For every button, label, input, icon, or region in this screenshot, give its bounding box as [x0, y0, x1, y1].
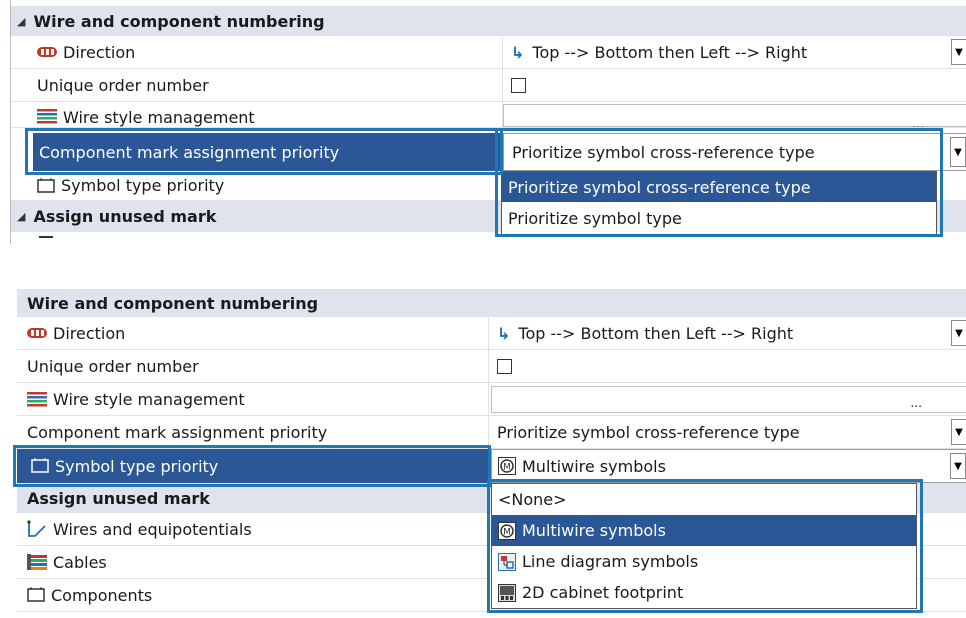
section-header-numbering[interactable]: ◢ Wire and component numbering	[11, 6, 966, 36]
browse-button[interactable]: ...	[912, 115, 924, 127]
symbol-type-label: Symbol type priority	[61, 176, 225, 195]
unique-order-value	[503, 69, 966, 101]
wires-equipotential-icon	[27, 520, 46, 537]
component-mark-label: Component mark assignment priority	[39, 142, 340, 162]
direction-text: Top --> Bottom then Left --> Right	[518, 323, 794, 343]
option-label: Prioritize symbol type	[508, 208, 682, 228]
direction-text: Top --> Bottom then Left --> Right	[532, 42, 808, 62]
property-label: Components	[17, 579, 489, 611]
direction-label: Direction	[63, 42, 136, 62]
option-label: Line diagram symbols	[522, 552, 699, 571]
unique-order-value	[489, 350, 966, 382]
property-label: Component mark assignment priority	[33, 133, 503, 171]
property-row-component-mark[interactable]: Component mark assignment priority Prior…	[17, 416, 966, 449]
option-label: Multiwire symbols	[522, 521, 666, 540]
dropdown-list: <None> M Multiwire symbols Line diagram …	[491, 483, 917, 609]
component-mark-text: Prioritize symbol cross-reference type	[497, 422, 800, 442]
collapse-icon[interactable]: ◢	[17, 210, 25, 223]
component-mark-label: Component mark assignment priority	[27, 422, 328, 442]
wire-style-icon	[37, 109, 57, 124]
unique-order-label: Unique order number	[37, 75, 209, 95]
property-label: Unique order number	[33, 69, 503, 101]
property-row-wire-style[interactable]: Wire style management ...	[11, 102, 966, 128]
property-label: Unique order number	[17, 350, 489, 382]
browse-button[interactable]: ...	[910, 394, 922, 410]
section-header-numbering: Wire and component numbering	[17, 289, 966, 317]
direction-icon	[37, 47, 57, 57]
dropdown-arrow-icon[interactable]: ▼	[951, 419, 966, 445]
svg-text:M: M	[503, 527, 511, 537]
component-mark-value[interactable]: Prioritize symbol cross-reference type ▼	[489, 416, 966, 448]
section-title: Wire and component numbering	[33, 11, 325, 31]
dropdown-list: Prioritize symbol cross-reference type P…	[501, 171, 937, 235]
cabinet-footprint-icon	[498, 583, 516, 602]
dropdown-option[interactable]: Prioritize symbol type	[502, 202, 936, 234]
property-label: Symbol type priority	[17, 449, 489, 483]
collapse-icon[interactable]: ◢	[17, 15, 25, 28]
property-label: Direction	[17, 317, 489, 349]
symbol-icon	[37, 177, 55, 193]
dropdown-option[interactable]: Line diagram symbols	[492, 546, 916, 577]
arrow-down-right-icon: ↳	[497, 323, 511, 343]
line-diagram-icon	[498, 552, 516, 571]
property-row-direction[interactable]: Direction ↳ Top --> Bottom then Left -->…	[17, 317, 966, 350]
dropdown-arrow-icon[interactable]: ▼	[950, 137, 966, 167]
section-title: Assign unused mark	[27, 488, 210, 508]
component-mark-value[interactable]: Prioritize symbol cross-reference type ▼	[503, 133, 966, 171]
unique-order-label: Unique order number	[27, 356, 199, 376]
sub-row-label: Components	[51, 585, 153, 605]
symbol-type-value[interactable]: M Multiwire symbols ▼	[491, 449, 966, 483]
dropdown-arrow-icon[interactable]: ▼	[951, 320, 966, 346]
wire-style-icon	[27, 392, 47, 407]
wire-style-label: Wire style management	[63, 108, 255, 127]
property-label: Direction	[33, 36, 503, 68]
direction-icon	[27, 328, 47, 338]
property-label: Wire style management	[33, 102, 503, 127]
symbol-type-label: Symbol type priority	[55, 456, 219, 476]
cables-icon	[27, 554, 47, 570]
sub-row-label: Wires and equipotentials	[53, 519, 252, 539]
sub-row-label: Cables	[53, 552, 107, 572]
wire-style-field[interactable]: ...	[491, 386, 966, 413]
section-title: Wire and component numbering	[27, 293, 319, 313]
unique-order-checkbox[interactable]	[511, 77, 526, 93]
wire-style-field[interactable]: ...	[503, 104, 966, 127]
svg-text:M: M	[503, 463, 511, 473]
direction-value[interactable]: ↳ Top --> Bottom then Left --> Right ▼	[489, 317, 966, 349]
dropdown-option[interactable]: <None>	[492, 484, 916, 515]
multiwire-icon: M	[498, 457, 516, 475]
arrow-down-right-icon: ↳	[511, 42, 525, 62]
property-panel-2: Wire and component numbering Direction ↳…	[13, 287, 966, 618]
option-label: 2D cabinet footprint	[522, 583, 684, 602]
dropdown-option[interactable]: 2D cabinet footprint	[492, 577, 916, 608]
property-row-symbol-type[interactable]: Symbol type priority M Multiwire symbols…	[17, 449, 966, 483]
section-title: Assign unused mark	[33, 206, 217, 226]
multiwire-icon: M	[498, 521, 516, 540]
property-label: Cables	[17, 546, 489, 578]
dropdown-arrow-icon[interactable]: ▼	[951, 39, 966, 65]
property-label: Component mark assignment priority	[17, 416, 489, 448]
property-label: Wire style management	[17, 383, 489, 415]
property-row-direction[interactable]: Direction ↳ Top --> Bottom then Left -->…	[11, 36, 966, 69]
wire-style-label: Wire style management	[53, 389, 245, 409]
symbol-icon	[31, 458, 49, 473]
property-row-unique-order[interactable]: Unique order number	[11, 69, 966, 102]
direction-value[interactable]: ↳ Top --> Bottom then Left --> Right ▼	[503, 36, 966, 68]
property-row-component-mark[interactable]: Component mark assignment priority Prior…	[11, 133, 966, 171]
property-label: Wires and equipotentials	[17, 513, 489, 545]
components-icon	[27, 587, 45, 602]
option-label: <None>	[498, 490, 567, 509]
property-row-unique-order[interactable]: Unique order number	[17, 350, 966, 383]
dropdown-option[interactable]: Prioritize symbol cross-reference type	[502, 172, 936, 202]
property-panel-1: ◢ Wire and component numbering Direction…	[10, 0, 966, 244]
dropdown-arrow-icon[interactable]: ▼	[950, 453, 966, 479]
dropdown-option[interactable]: M Multiwire symbols	[492, 515, 916, 546]
property-row-wire-style[interactable]: Wire style management ...	[17, 383, 966, 416]
property-label: Symbol type priority	[33, 171, 503, 200]
direction-label: Direction	[53, 323, 126, 343]
option-label: Prioritize symbol cross-reference type	[508, 177, 811, 197]
symbol-type-text: Multiwire symbols	[522, 456, 666, 476]
component-mark-text: Prioritize symbol cross-reference type	[512, 142, 815, 162]
unique-order-checkbox[interactable]	[497, 358, 512, 374]
